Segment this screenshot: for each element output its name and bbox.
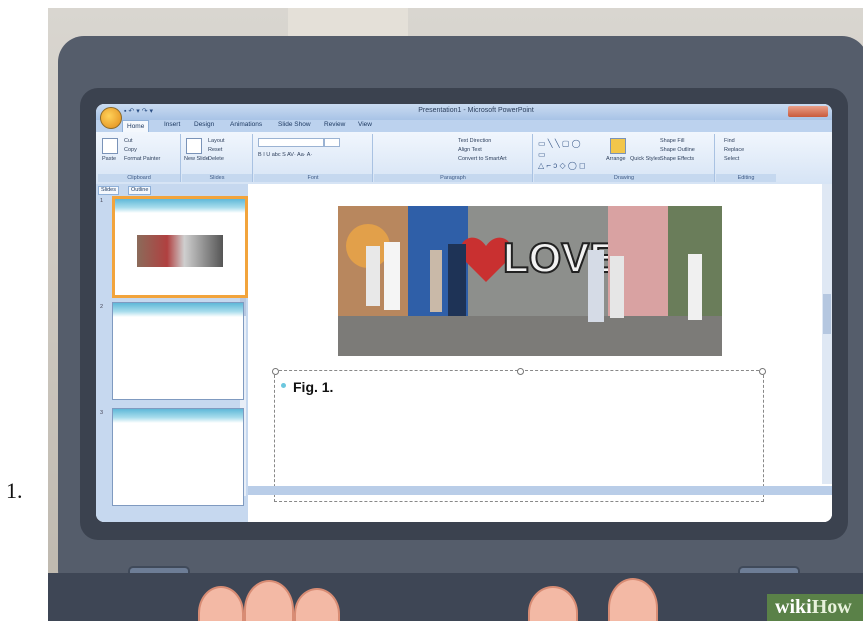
slides-group: New Slide Layout Reset Delete Slides (182, 134, 253, 182)
clipboard-label: Clipboard (98, 174, 180, 182)
slide-thumbnail-2[interactable] (112, 302, 244, 400)
shape-effects-button[interactable]: Shape Effects (660, 156, 694, 162)
font-label: Font (254, 174, 372, 182)
tab-outline[interactable]: Outline (128, 186, 152, 195)
paragraph-group: Text Direction Align Text Convert to Sma… (374, 134, 533, 182)
watermark-part1: wiki (775, 596, 812, 618)
slide-thumbnail-1[interactable] (112, 196, 248, 298)
watermark-part2: How (811, 596, 852, 618)
clipboard-group: Paste Cut Copy Format Painter Clipboard (98, 134, 181, 182)
vertical-scroll-thumb[interactable] (823, 294, 831, 334)
resize-handle[interactable] (517, 368, 524, 375)
thumb-wave (113, 303, 243, 317)
new-slide-icon[interactable] (186, 138, 202, 154)
shapes-gallery-icon[interactable]: ▭ ╲ ╲ ▢ ◯ ▭ △ ⌐ ↄ ◇ ◯ ◻ (538, 138, 588, 170)
new-slide-button[interactable]: New Slide (184, 156, 209, 162)
thumb-number: 3 (100, 410, 104, 416)
drawing-group: ▭ ╲ ╲ ▢ ◯ ▭ △ ⌐ ↄ ◇ ◯ ◻ Arrange Quick Sty… (534, 134, 715, 182)
layout-button[interactable]: Layout (208, 138, 225, 144)
reset-button[interactable]: Reset (208, 147, 222, 153)
text-direction-button[interactable]: Text Direction (458, 138, 491, 144)
tab-slides[interactable]: Slides (98, 186, 119, 195)
cut-button[interactable]: Cut (124, 138, 133, 144)
tab-insert[interactable]: Insert (164, 121, 180, 128)
align-text-button[interactable]: Align Text (458, 147, 482, 153)
tab-home[interactable]: Home (122, 120, 150, 132)
window-controls[interactable] (788, 106, 828, 117)
format-painter-button[interactable]: Format Painter (124, 156, 160, 162)
paste-icon[interactable] (102, 138, 118, 154)
find-button[interactable]: Find (724, 138, 735, 144)
illustration-scene: ▪ ↶ ▾ ↷ ▾ Presentation1 - Microsoft Powe… (48, 8, 863, 621)
thumb-wave (115, 199, 245, 213)
resize-handle[interactable] (759, 368, 766, 375)
office-button-icon[interactable] (100, 107, 122, 129)
editing-label: Editing (716, 174, 776, 182)
slide-editing-area[interactable]: LOVE Fig. 1. (248, 184, 832, 522)
wikihow-watermark: wikiHow (767, 594, 863, 621)
paragraph-label: Paragraph (374, 174, 532, 182)
laptop-keyboard (48, 573, 863, 621)
font-name-box[interactable] (258, 138, 324, 147)
thumb-wave (113, 409, 243, 423)
ribbon-tabs: Home Insert Design Animations Slide Show… (96, 120, 832, 132)
replace-button[interactable]: Replace (724, 147, 744, 153)
slides-panel: Slides Outline 1 2 3 (96, 184, 248, 522)
laptop-body: ▪ ↶ ▾ ↷ ▾ Presentation1 - Microsoft Powe… (58, 36, 863, 596)
title-bar: ▪ ↶ ▾ ↷ ▾ Presentation1 - Microsoft Powe… (96, 104, 832, 120)
shape-outline-button[interactable]: Shape Outline (660, 147, 695, 153)
step-number: 1. (6, 478, 23, 503)
drawing-label: Drawing (534, 174, 714, 182)
copy-button[interactable]: Copy (124, 147, 137, 153)
thumb-number: 2 (100, 304, 104, 310)
tab-review[interactable]: Review (324, 121, 345, 128)
thumb-photo (137, 235, 223, 267)
caption-text[interactable]: Fig. 1. (293, 379, 333, 395)
vertical-scrollbar[interactable] (822, 184, 832, 484)
font-format-row[interactable]: B I U abc S AV· Aa· A· (258, 152, 312, 158)
graffiti-photo[interactable]: LOVE (338, 206, 722, 356)
thumb-number: 1 (100, 198, 104, 204)
street-graffiti-image: LOVE (338, 206, 722, 356)
editing-group: Find Replace Select Editing (716, 134, 776, 182)
quick-access-toolbar[interactable]: ▪ ↶ ▾ ↷ ▾ (124, 107, 184, 117)
slides-label: Slides (182, 174, 252, 182)
quick-styles-button[interactable]: Quick Styles (630, 156, 661, 162)
font-group: B I U abc S AV· Aa· A· Font (254, 134, 373, 182)
font-size-box[interactable] (324, 138, 340, 147)
laptop-screen: ▪ ↶ ▾ ↷ ▾ Presentation1 - Microsoft Powe… (96, 104, 832, 522)
select-button[interactable]: Select (724, 156, 739, 162)
window-title: Presentation1 - Microsoft PowerPoint (418, 107, 534, 114)
slide-thumbnail-3[interactable] (112, 408, 244, 506)
horizontal-scrollbar[interactable] (248, 486, 832, 495)
delete-button[interactable]: Delete (208, 156, 224, 162)
arrange-button[interactable]: Arrange (606, 156, 626, 162)
tab-animations[interactable]: Animations (230, 121, 262, 128)
smartart-button[interactable]: Convert to SmartArt (458, 156, 507, 162)
paste-button[interactable]: Paste (102, 156, 116, 162)
tab-view[interactable]: View (358, 121, 372, 128)
shape-fill-button[interactable]: Shape Fill (660, 138, 684, 144)
bullet-icon (281, 383, 286, 388)
ribbon: Paste Cut Copy Format Painter Clipboard … (96, 132, 832, 185)
resize-handle[interactable] (272, 368, 279, 375)
arrange-icon[interactable] (610, 138, 626, 154)
tab-slide-show[interactable]: Slide Show (278, 121, 311, 128)
content-placeholder[interactable]: Fig. 1. (272, 368, 766, 502)
panel-tabs: Slides Outline (98, 186, 246, 195)
tab-design[interactable]: Design (194, 121, 214, 128)
